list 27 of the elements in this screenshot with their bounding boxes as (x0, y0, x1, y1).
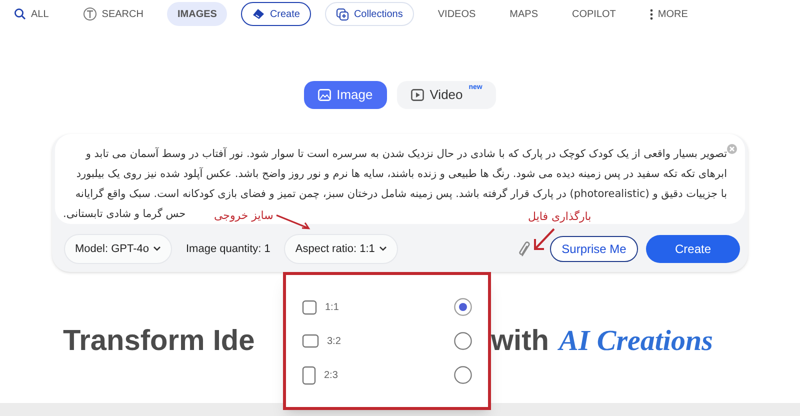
prompt-text: تصویر بسیار واقعی از یک کودک کوچک در پارک که با شادی در حال نزدیک شدن به سرسره است تا سوار شود. نور آفتاب در وسط آسمان می تابد و (86, 146, 727, 162)
aspect-ratio-dropdown[interactable]: Aspect ratio: 1:1 (284, 234, 398, 264)
heading-text: Transform Ide (63, 324, 256, 359)
annotation-label: بارگذاری فایل (528, 209, 592, 225)
nav-tab[interactable]: SEARCH (72, 2, 154, 26)
nav-tab[interactable]: ALL (4, 2, 59, 26)
nav-tab[interactable]: VIDEOS (428, 2, 486, 26)
heading-accent: AI Creations (559, 324, 713, 359)
option-label[interactable]: 3:2 (327, 334, 454, 348)
nav-tab[interactable]: COPILOT (562, 2, 626, 26)
nav-tab[interactable]: MAPS (500, 2, 548, 26)
model-dropdown[interactable]: Model: GPT-4o (64, 234, 172, 264)
prompt-text: ابرهای تکه تکه سفید در پس زمینه دیده می شود. رنگ ها طبیعی و زنده باشند، سایه ها نرم و نور روز واضح باشد. عکس آپلود شده نیز روی یک بیلبورد (76, 166, 727, 182)
nav-tab[interactable]: IMAGES (167, 2, 227, 26)
create-button[interactable]: Create (646, 235, 740, 263)
surprise-me-button[interactable]: Surprise Me (550, 236, 638, 262)
option-label[interactable]: 2:3 (324, 368, 454, 382)
mode-tab[interactable]: Image (304, 81, 387, 109)
nav-tab[interactable]: Create (240, 2, 311, 26)
image-quantity[interactable]: Image quantity: 1 (180, 240, 276, 258)
nav-tab[interactable]: MORE (640, 2, 698, 26)
nav-tab[interactable]: Collections (324, 2, 414, 26)
prompt-text: با جزییات دقیق و (photorealistic) در پارک قرار گرفته باشد. پس زمینه شامل درختان سبز، چمن تمیز و فضای بازی کودکانه است. سبک واقع گرایانه (75, 186, 727, 202)
heading-text: with (491, 324, 549, 359)
prompt-text: حس گرما و شادی تابستانی. (63, 206, 186, 222)
option-label[interactable]: 1:1 (325, 300, 454, 314)
annotation-label: سایز خروجی (214, 208, 274, 224)
